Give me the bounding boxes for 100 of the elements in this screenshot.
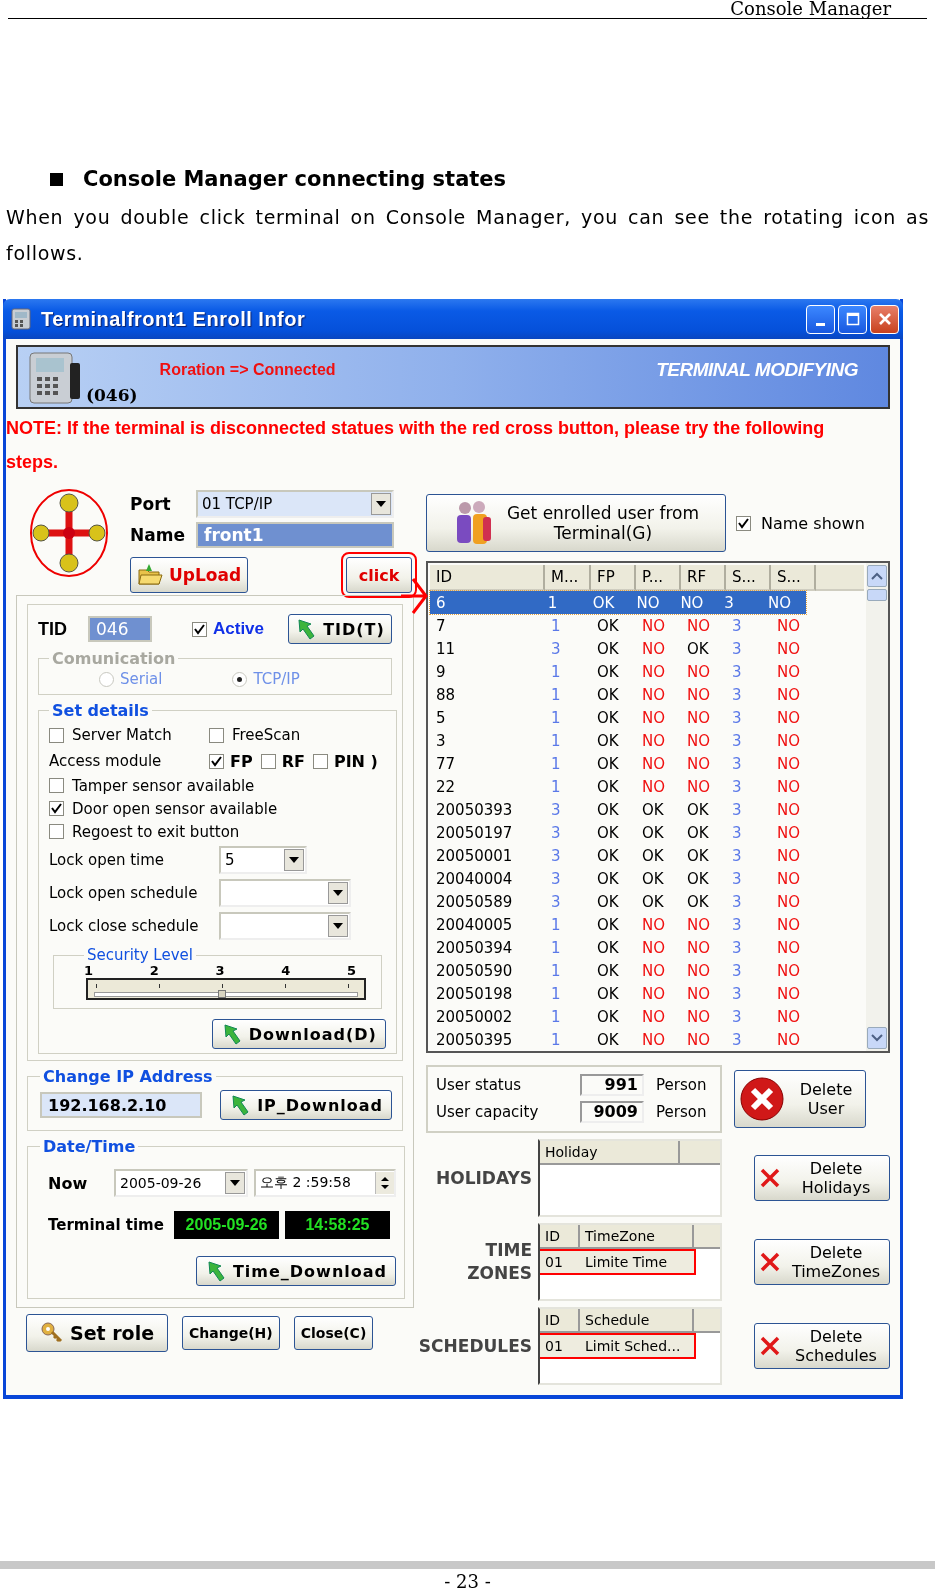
table-cell-text: NO bbox=[641, 639, 667, 658]
table-cell-text: NO bbox=[776, 662, 802, 681]
table-cell-text: OK bbox=[641, 869, 665, 888]
delete-user-button[interactable]: Delete User bbox=[734, 1070, 866, 1128]
column-header[interactable]: S... bbox=[771, 565, 816, 591]
checkbox[interactable] bbox=[312, 753, 328, 769]
table-row[interactable]: 20040005 1 OK NO NO 3 NO bbox=[430, 913, 864, 936]
table-cell-text: 5 bbox=[435, 708, 447, 727]
ip-address-field[interactable]: 192.168.2.10 bbox=[40, 1092, 202, 1118]
lock-open-time-dropdown[interactable]: 5 bbox=[219, 845, 307, 874]
table-row[interactable]: 20050197 3 OK OK OK 3 NO bbox=[430, 821, 864, 844]
checkbox[interactable] bbox=[49, 778, 64, 793]
download-button[interactable]: Download(D) bbox=[211, 1019, 386, 1049]
column-header[interactable]: P... bbox=[636, 565, 681, 591]
table-cell-text: OK bbox=[596, 1030, 620, 1049]
dialog-button[interactable]: Close(C) bbox=[293, 1316, 374, 1350]
set-role-button[interactable]: Set role bbox=[26, 1314, 168, 1352]
radio-button[interactable] bbox=[99, 671, 114, 687]
scrollbar[interactable] bbox=[866, 563, 888, 1051]
connection-status: Roration => Connected bbox=[159, 361, 336, 379]
tid-button[interactable]: TID(T) bbox=[288, 614, 392, 644]
table-cell-text: NO bbox=[776, 892, 802, 911]
checkbox-label: Door open sensor available bbox=[72, 799, 278, 818]
column-header[interactable]: ID bbox=[430, 565, 545, 591]
table-row[interactable]: 01 Limite Time bbox=[540, 1251, 694, 1273]
close-button[interactable] bbox=[870, 304, 899, 334]
table-cell-text: 1 bbox=[550, 777, 562, 796]
table-row[interactable]: 20050002 1 OK NO NO 3 NO bbox=[430, 1005, 864, 1028]
table-row[interactable]: 11 3 OK NO OK 3 NO bbox=[430, 637, 864, 660]
table-row[interactable]: 20050198 1 OK NO NO 3 NO bbox=[430, 982, 864, 1005]
table-row[interactable]: 20050001 3 OK OK OK 3 NO bbox=[430, 844, 864, 867]
table-row[interactable]: 01 Limit Sched... bbox=[540, 1335, 694, 1357]
table-row[interactable]: 3 1 OK NO NO 3 NO bbox=[430, 729, 864, 752]
checkbox[interactable] bbox=[192, 621, 207, 637]
table-row[interactable]: 9 1 OK NO NO 3 NO bbox=[430, 660, 864, 683]
table-cell-text: 9 bbox=[435, 662, 447, 681]
checkbox[interactable] bbox=[736, 515, 751, 531]
table-row[interactable]: 20050393 3 OK OK OK 3 NO bbox=[430, 798, 864, 821]
table-cell-text: NO bbox=[776, 823, 802, 842]
delete-button[interactable]: Delete Holidays bbox=[754, 1155, 890, 1201]
table-row[interactable]: 20050394 1 OK NO NO 3 NO bbox=[430, 936, 864, 959]
column-header[interactable]: M... bbox=[545, 565, 591, 591]
table-cell-text: 3 bbox=[731, 961, 743, 980]
table-row[interactable]: 20050590 1 OK NO NO 3 NO bbox=[430, 959, 864, 982]
table-row[interactable]: 20040004 3 OK OK OK 3 NO bbox=[430, 867, 864, 890]
time-download-button[interactable]: Time_Download bbox=[195, 1256, 396, 1286]
port-dropdown[interactable]: 01 TCP/IP bbox=[196, 490, 394, 519]
get-enrolled-users-button[interactable]: Get enrolled user from Terminal(G) bbox=[426, 494, 726, 552]
table-row[interactable]: 77 1 OK NO NO 3 NO bbox=[430, 752, 864, 775]
table-cell-text: NO bbox=[641, 616, 667, 635]
minimize-button[interactable] bbox=[806, 304, 835, 334]
table-cell-text: NO bbox=[686, 938, 712, 957]
table-row[interactable]: 6 1 OK NO NO 3 NO bbox=[430, 591, 806, 614]
column-header[interactable]: RF bbox=[681, 565, 726, 591]
checkbox[interactable] bbox=[260, 753, 276, 769]
column-header[interactable]: Holiday bbox=[540, 1141, 680, 1165]
table-cell-text: NO bbox=[686, 984, 712, 1003]
table-row[interactable]: 7 1 OK NO NO 3 NO bbox=[430, 614, 864, 637]
column-header[interactable]: TimeZone bbox=[580, 1225, 694, 1249]
delete-button[interactable]: Delete Schedules bbox=[754, 1323, 890, 1369]
delete-button[interactable]: Delete TimeZones bbox=[754, 1239, 890, 1285]
table-cell-text: NO bbox=[686, 1030, 712, 1049]
column-header[interactable]: ID bbox=[540, 1309, 580, 1333]
lock-close-schedule-dropdown[interactable] bbox=[219, 911, 351, 940]
table-row[interactable]: 20050589 3 OK OK OK 3 NO bbox=[430, 890, 864, 913]
table-cell-text: 20050589 bbox=[435, 892, 514, 911]
radio-button[interactable] bbox=[232, 671, 248, 687]
column-header[interactable]: Schedule bbox=[580, 1309, 694, 1333]
checkbox[interactable] bbox=[49, 727, 64, 743]
table-cell-text: NO bbox=[776, 800, 802, 819]
table-row[interactable]: 5 1 OK NO NO 3 NO bbox=[430, 706, 864, 729]
table-row[interactable]: 20050395 1 OK NO NO 3 NO bbox=[430, 1028, 864, 1051]
checkbox-label: RF bbox=[281, 751, 305, 771]
time-field[interactable]: 오후 2 :59:58 bbox=[254, 1169, 396, 1197]
column-header[interactable]: FP bbox=[591, 565, 636, 591]
checkbox[interactable] bbox=[49, 824, 64, 839]
table-row[interactable]: 22 1 OK NO NO 3 NO bbox=[430, 775, 864, 798]
table-cell-text: OK bbox=[596, 731, 620, 750]
table-cell-text: 20050590 bbox=[435, 961, 514, 980]
ip-download-button[interactable]: IP_Download bbox=[220, 1090, 392, 1120]
status-value: 9009 bbox=[580, 1100, 644, 1123]
scroll-thumb[interactable] bbox=[867, 589, 887, 601]
slider-thumb[interactable] bbox=[218, 990, 226, 998]
maximize-button[interactable] bbox=[838, 304, 867, 334]
table-cell-text: OK bbox=[596, 708, 620, 727]
table-row[interactable]: 88 1 OK NO NO 3 NO bbox=[430, 683, 864, 706]
checkbox[interactable] bbox=[209, 727, 224, 743]
lock-open-schedule-dropdown[interactable] bbox=[219, 878, 351, 907]
column-header[interactable]: S... bbox=[726, 565, 771, 591]
checkbox[interactable] bbox=[49, 801, 64, 816]
checkbox[interactable] bbox=[209, 753, 224, 769]
table-cell-text: 1 bbox=[546, 593, 559, 612]
dialog-button[interactable]: Change(H) bbox=[182, 1316, 280, 1350]
table-cell-text: OK bbox=[596, 892, 620, 911]
column-header[interactable]: ID bbox=[540, 1225, 580, 1249]
section-heading: Console Manager connecting states bbox=[83, 167, 507, 191]
upload-button[interactable]: UpLoad bbox=[130, 557, 248, 593]
table-cell-text: OK bbox=[596, 685, 620, 704]
checkbox-label: Name shown bbox=[761, 513, 865, 533]
date-dropdown[interactable]: 2005-09-26 bbox=[114, 1169, 248, 1197]
